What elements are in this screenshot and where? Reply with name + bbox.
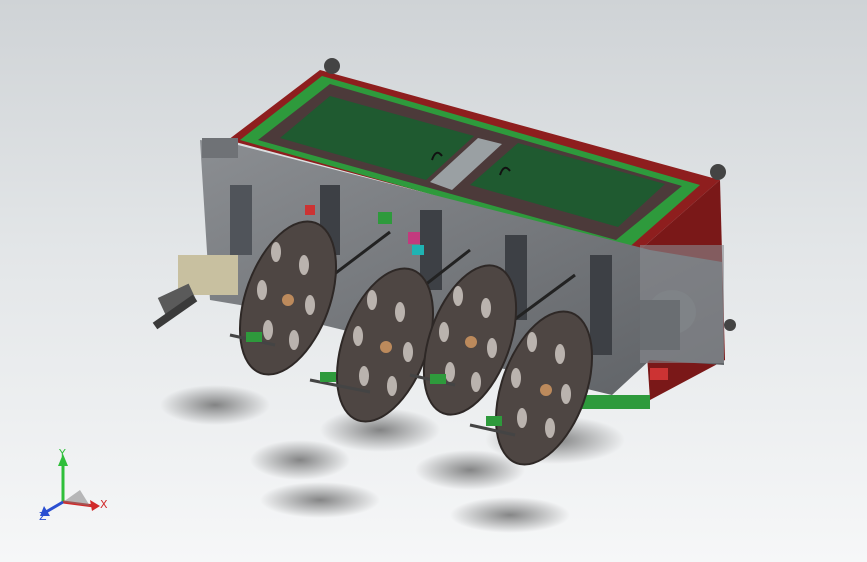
cad-model-scene[interactable] bbox=[0, 0, 867, 562]
drive-motor[interactable] bbox=[152, 255, 238, 330]
graphics-viewport[interactable]: Y X Z bbox=[0, 0, 867, 562]
